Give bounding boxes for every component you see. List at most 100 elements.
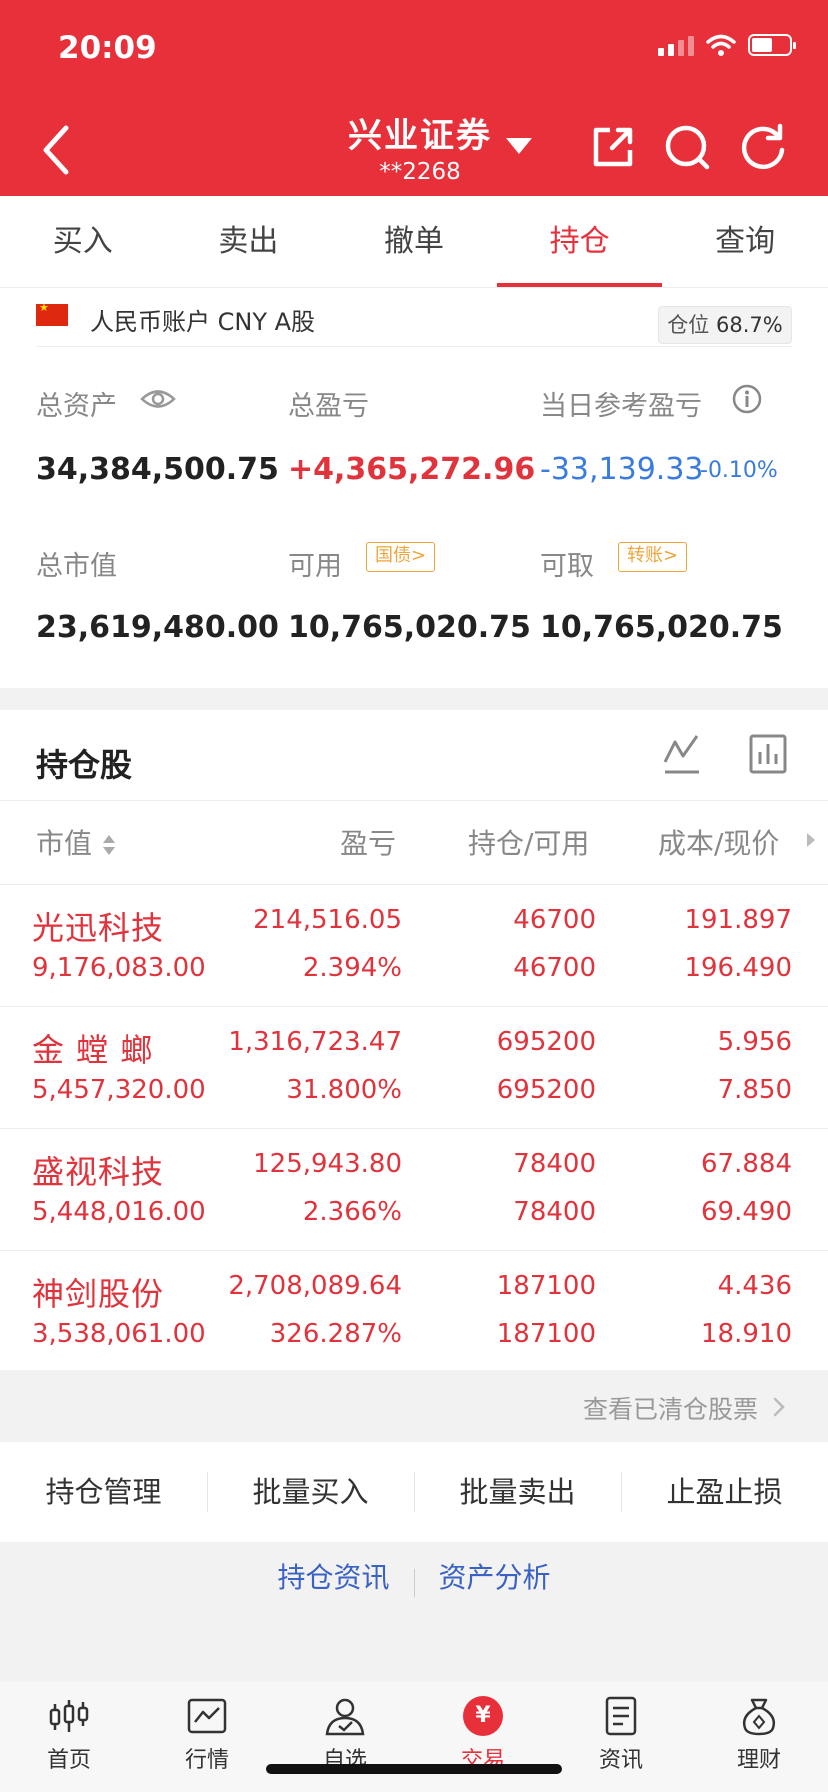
stock-available: 46700 xyxy=(513,953,596,983)
tab-sell[interactable]: 卖出 xyxy=(166,196,332,287)
tabbar-label: 行情 xyxy=(184,1748,229,1773)
dropdown-caret-icon[interactable] xyxy=(506,138,532,154)
stock-available: 78400 xyxy=(513,1197,596,1227)
chevron-right-icon xyxy=(773,1397,785,1417)
day-pnl-label: 当日参考盈亏 xyxy=(540,391,702,422)
status-icons xyxy=(658,34,796,56)
total-assets-value: 34,384,500.75 xyxy=(36,452,279,487)
tabbar-trade[interactable]: ¥ 交易 xyxy=(414,1682,552,1792)
stock-pnl-percent: 2.394% xyxy=(302,953,402,983)
withdrawable-value: 10,765,020.75 xyxy=(540,610,783,645)
tab-query[interactable]: 查询 xyxy=(662,196,828,287)
tabbar-label: 理财 xyxy=(736,1748,781,1773)
holdings-news-link[interactable]: 持仓资讯 xyxy=(253,1556,413,1596)
stock-price: 69.490 xyxy=(701,1197,792,1227)
manage-holdings-button[interactable]: 持仓管理 xyxy=(0,1442,207,1542)
col-qty-header[interactable]: 持仓/可用 xyxy=(468,822,589,862)
transfer-button[interactable]: 转账> xyxy=(618,542,688,572)
tabbar-market[interactable]: 行情 xyxy=(138,1682,276,1792)
tab-holdings[interactable]: 持仓 xyxy=(496,196,663,287)
stock-pnl-percent: 31.800% xyxy=(286,1075,402,1105)
tab-cancel[interactable]: 撤单 xyxy=(331,196,497,287)
stock-cost: 191.897 xyxy=(684,905,792,935)
position-ratio-label: 仓位 xyxy=(667,313,710,337)
holding-row[interactable]: 神剑股份 3,538,061.00 2,708,089.64 326.287% … xyxy=(0,1250,828,1372)
position-ratio-badge: 仓位 68.7% xyxy=(658,306,792,344)
holdings-title: 持仓股 xyxy=(36,746,133,784)
withdrawable-label: 可取 xyxy=(540,551,594,582)
account-type: 人民币账户 CNY A股 xyxy=(90,308,316,336)
battery-icon xyxy=(748,34,796,56)
take-profit-stop-loss-button[interactable]: 止盈止损 xyxy=(621,1442,828,1542)
person-check-icon xyxy=(325,1698,365,1736)
search-icon[interactable] xyxy=(662,122,712,172)
col-market-value-header[interactable]: 市值 xyxy=(36,822,117,862)
broker-selector[interactable]: 兴业证券 **2268 xyxy=(320,108,520,185)
stock-available: 187100 xyxy=(496,1319,596,1349)
day-pnl-value: -33,139.33 xyxy=(540,452,704,487)
batch-sell-button[interactable]: 批量卖出 xyxy=(414,1442,621,1542)
bar-chart-icon[interactable] xyxy=(748,732,788,776)
total-assets-label: 总资产 xyxy=(36,391,117,422)
stock-pnl-percent: 2.366% xyxy=(302,1197,402,1227)
treasury-button[interactable]: 国债> xyxy=(366,542,436,572)
stock-pnl: 2,708,089.64 xyxy=(228,1271,402,1301)
holdings-actions: 持仓管理 批量买入 批量卖出 止盈止损 xyxy=(0,1442,828,1542)
batch-buy-button[interactable]: 批量买入 xyxy=(207,1442,414,1542)
stock-cost: 67.884 xyxy=(701,1149,792,1179)
scroll-right-icon[interactable] xyxy=(804,830,818,850)
stock-pnl: 214,516.05 xyxy=(253,905,402,935)
position-ratio-value: 68.7% xyxy=(715,313,783,337)
market-value-value: 23,619,480.00 xyxy=(36,610,279,645)
col-market-value-label: 市值 xyxy=(36,827,93,860)
tabbar-wealth[interactable]: 理财 xyxy=(690,1682,828,1792)
back-icon[interactable] xyxy=(38,122,78,178)
stock-price: 18.910 xyxy=(701,1319,792,1349)
app-header: 20:09 兴业证券 **2268 xyxy=(0,0,828,196)
available-label: 可用 xyxy=(288,551,342,582)
refresh-icon[interactable] xyxy=(738,122,788,172)
stock-available: 695200 xyxy=(496,1075,596,1105)
total-pnl-label: 总盈亏 xyxy=(288,391,369,422)
document-icon xyxy=(605,1696,637,1736)
tabbar-home[interactable]: 首页 xyxy=(0,1682,138,1792)
stock-market-value: 5,448,016.00 xyxy=(32,1197,206,1227)
stock-name: 金 螳 螂 xyxy=(32,1031,154,1069)
status-time: 20:09 xyxy=(58,30,157,66)
stock-price: 7.850 xyxy=(717,1075,792,1105)
info-links: 持仓资讯 资产分析 xyxy=(0,1556,828,1636)
tab-buy[interactable]: 买入 xyxy=(0,196,166,287)
tabbar-label: 资讯 xyxy=(598,1748,643,1773)
col-pnl-header[interactable]: 盈亏 xyxy=(340,822,396,862)
divider xyxy=(0,800,828,801)
available-value: 10,765,020.75 xyxy=(288,610,531,645)
eye-icon[interactable] xyxy=(140,386,176,412)
stock-price: 196.490 xyxy=(684,953,792,983)
holding-row[interactable]: 金 螳 螂 5,457,320.00 1,316,723.47 31.800% … xyxy=(0,1006,828,1128)
day-pnl-percent: -0.10% xyxy=(700,458,778,483)
broker-title: 兴业证券 xyxy=(348,116,492,156)
stock-pnl: 125,943.80 xyxy=(253,1149,402,1179)
cleared-stocks-link[interactable]: 查看已清仓股票 xyxy=(0,1370,828,1442)
stock-position: 46700 xyxy=(513,905,596,935)
stock-pnl: 1,316,723.47 xyxy=(228,1027,402,1057)
stock-cost: 5.956 xyxy=(717,1027,792,1057)
yen-icon: ¥ xyxy=(463,1696,503,1736)
holding-row[interactable]: 盛视科技 5,448,016.00 125,943.80 2.366% 7840… xyxy=(0,1128,828,1250)
trade-tabs: 买入 卖出 撤单 持仓 查询 xyxy=(0,196,828,288)
share-icon[interactable] xyxy=(588,122,638,172)
stock-market-value: 5,457,320.00 xyxy=(32,1075,206,1105)
holding-row[interactable]: 光迅科技 9,176,083.00 214,516.05 2.394% 4670… xyxy=(0,884,828,1006)
asset-analysis-link[interactable]: 资产分析 xyxy=(415,1556,575,1596)
stock-cost: 4.436 xyxy=(717,1271,792,1301)
china-flag-icon xyxy=(36,301,68,326)
info-icon[interactable] xyxy=(732,384,762,414)
holdings-section: 持仓股 市值 盈亏 持仓/可用 成本/现价 光迅科技 9,176,083.00 … xyxy=(0,710,828,1370)
stock-market-value: 3,538,061.00 xyxy=(32,1319,206,1349)
tabbar-news[interactable]: 资讯 xyxy=(552,1682,690,1792)
tabbar-watchlist[interactable]: 自选 xyxy=(276,1682,414,1792)
stock-position: 695200 xyxy=(496,1027,596,1057)
line-chart-icon[interactable] xyxy=(662,732,702,776)
col-cost-header[interactable]: 成本/现价 xyxy=(658,822,779,862)
cleared-stocks-label: 查看已清仓股票 xyxy=(582,1395,758,1424)
